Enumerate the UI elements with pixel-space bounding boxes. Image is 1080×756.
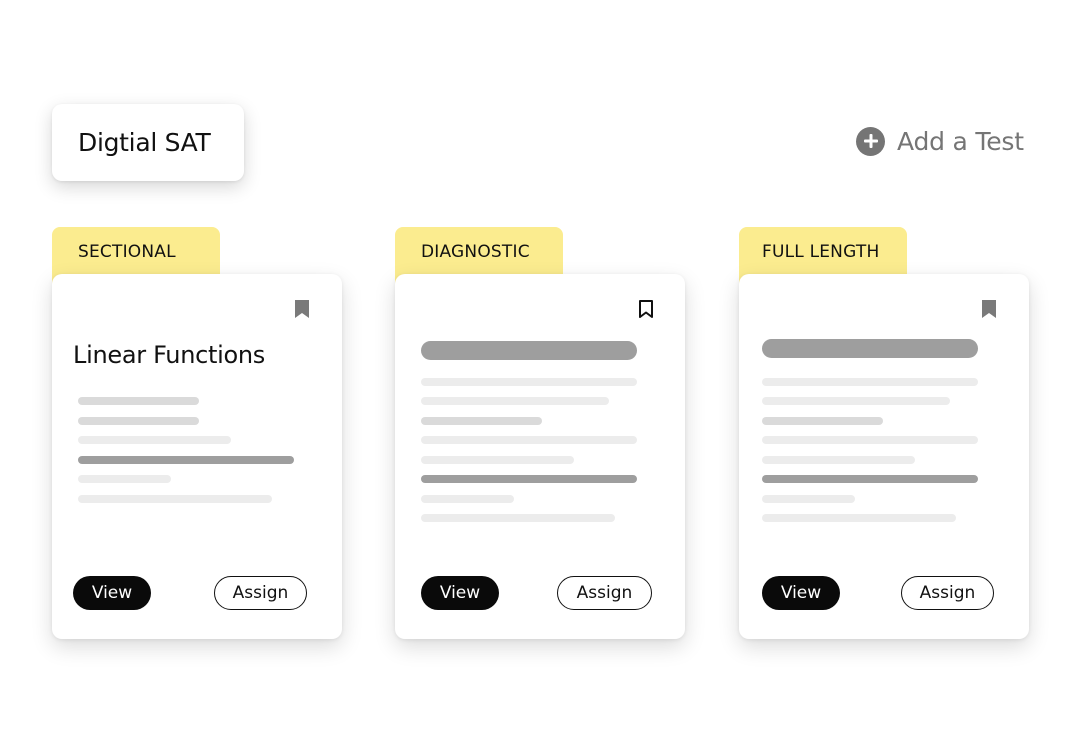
test-card-sectional: Linear Functions View Assign <box>52 274 342 639</box>
placeholder-line <box>421 495 514 503</box>
assign-button[interactable]: Assign <box>557 576 652 610</box>
plus-circle-icon <box>856 126 885 156</box>
placeholder-line <box>78 456 294 464</box>
placeholder-title <box>762 339 978 358</box>
bookmark-filled-icon[interactable] <box>294 299 310 319</box>
add-test-label: Add a Test <box>897 126 1024 156</box>
placeholder-line <box>78 436 231 444</box>
bookmark-outline-icon[interactable] <box>638 299 654 319</box>
placeholder-line <box>762 397 950 405</box>
placeholder-line <box>78 495 272 503</box>
placeholder-line <box>421 417 542 425</box>
placeholder-line <box>762 456 915 464</box>
placeholder-line <box>762 514 956 522</box>
exam-selector[interactable]: Digtial SAT <box>52 104 244 181</box>
placeholder-line <box>421 475 637 483</box>
view-button[interactable]: View <box>73 576 151 610</box>
placeholder-line <box>421 397 609 405</box>
exam-title: Digtial SAT <box>78 128 211 157</box>
placeholder-line <box>762 475 978 483</box>
view-button[interactable]: View <box>762 576 840 610</box>
placeholder-line <box>762 436 978 444</box>
placeholder-line <box>762 495 855 503</box>
test-card-full-length: View Assign <box>739 274 1029 639</box>
placeholder-title <box>421 341 637 360</box>
placeholder-line <box>78 417 199 425</box>
placeholder-line <box>78 475 171 483</box>
assign-button[interactable]: Assign <box>901 576 994 610</box>
bookmark-filled-icon[interactable] <box>981 299 997 319</box>
placeholder-line <box>421 436 637 444</box>
tag-label: DIAGNOSTIC <box>421 242 530 262</box>
placeholder-line <box>762 417 883 425</box>
tag-label: FULL LENGTH <box>762 242 880 262</box>
card-title: Linear Functions <box>73 341 266 369</box>
placeholder-line <box>421 378 637 386</box>
placeholder-line <box>421 514 615 522</box>
assign-button[interactable]: Assign <box>214 576 307 610</box>
add-test-button[interactable]: Add a Test <box>856 124 1024 158</box>
placeholder-line <box>762 378 978 386</box>
placeholder-line <box>421 456 574 464</box>
placeholder-line <box>78 397 199 405</box>
view-button[interactable]: View <box>421 576 499 610</box>
test-card-diagnostic: View Assign <box>395 274 685 639</box>
tag-label: SECTIONAL <box>78 242 176 262</box>
